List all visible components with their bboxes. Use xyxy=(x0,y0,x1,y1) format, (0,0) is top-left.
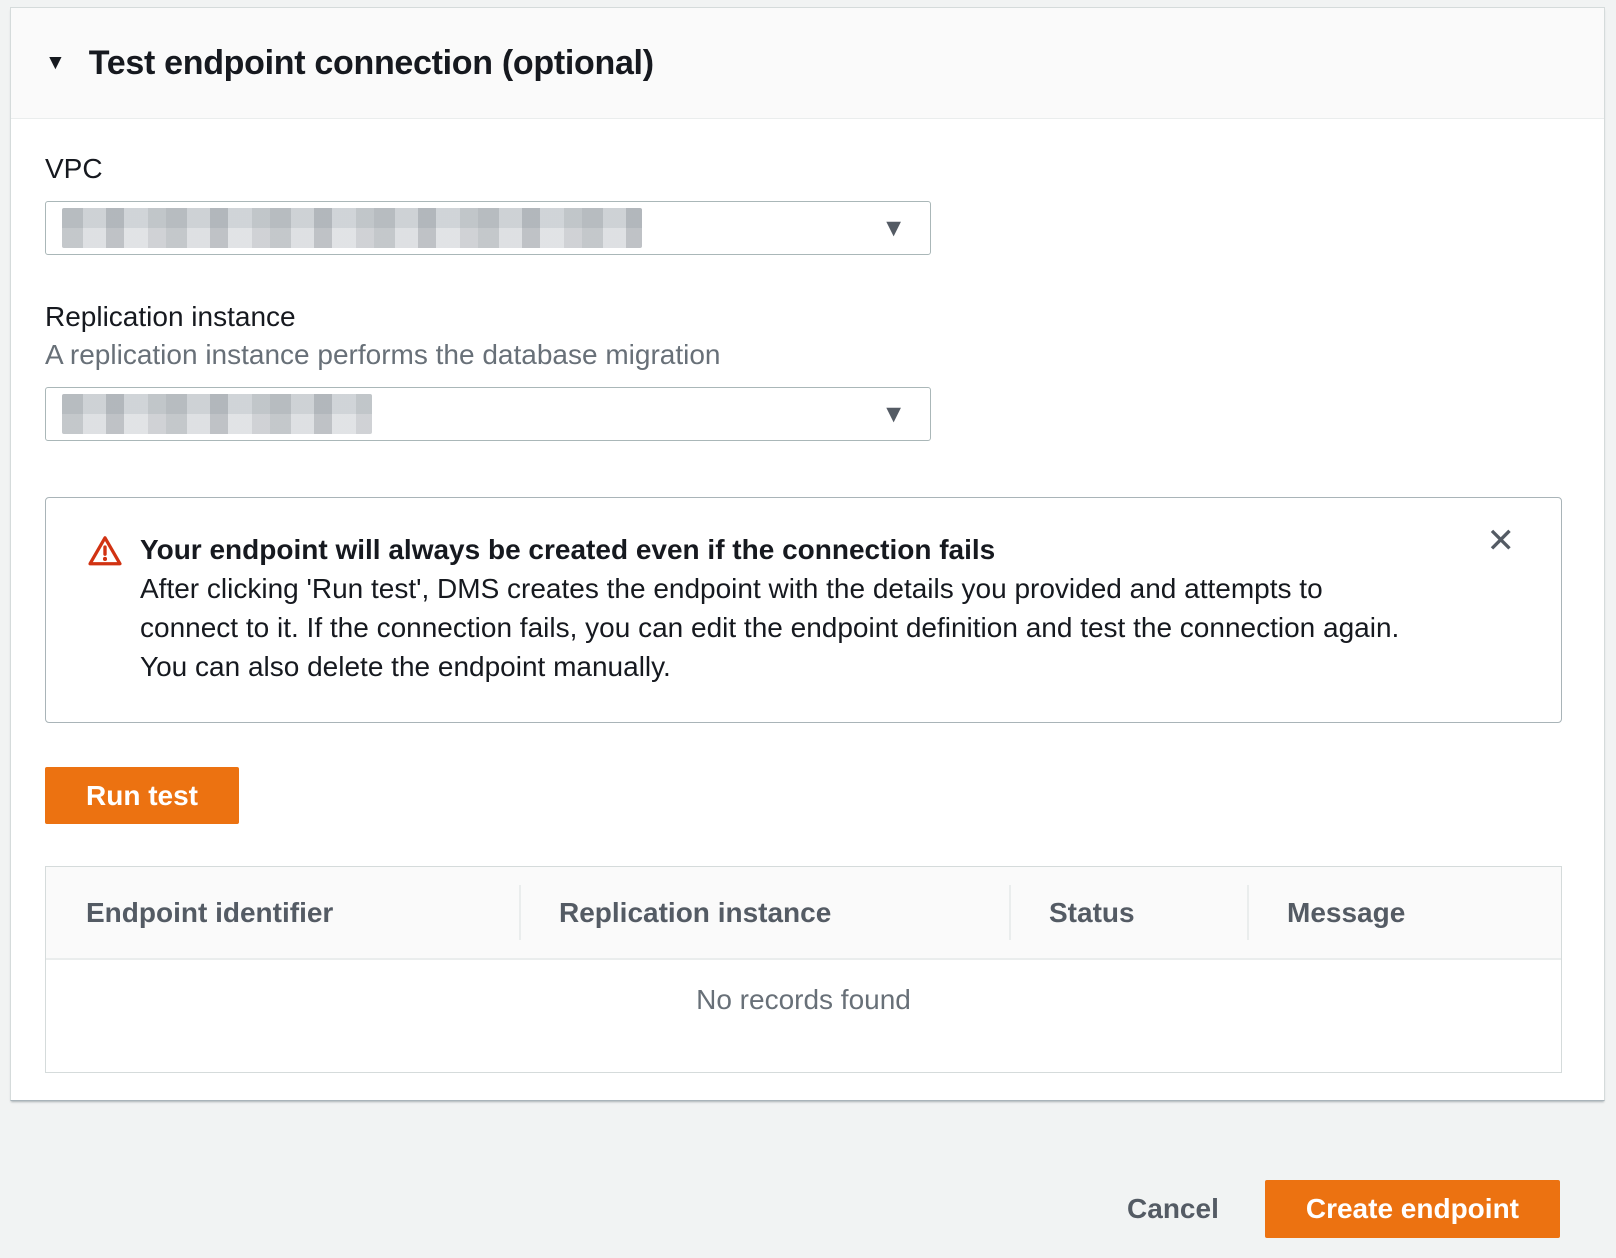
section-body: VPC ▼ Replication instance A replication… xyxy=(11,119,1604,1073)
test-results-table: Endpoint identifier Replication instance… xyxy=(45,866,1562,1073)
column-header-replication-instance: Replication instance xyxy=(519,867,1009,958)
replication-instance-description: A replication instance performs the data… xyxy=(45,339,1562,371)
footer-actions: Cancel Create endpoint xyxy=(0,1180,1616,1238)
replication-instance-field: Replication instance A replication insta… xyxy=(45,301,1562,441)
replication-instance-selected-value-redacted xyxy=(62,394,372,434)
run-test-button[interactable]: Run test xyxy=(45,767,239,824)
warning-title: Your endpoint will always be created eve… xyxy=(140,530,1411,569)
cancel-button[interactable]: Cancel xyxy=(1127,1193,1219,1225)
section-title: Test endpoint connection (optional) xyxy=(89,44,654,83)
replication-instance-label: Replication instance xyxy=(45,301,1562,333)
warning-alert: Your endpoint will always be created eve… xyxy=(45,497,1562,723)
vpc-label: VPC xyxy=(45,153,1562,185)
chevron-down-icon: ▼ xyxy=(881,216,906,241)
vpc-selected-value-redacted xyxy=(62,208,642,248)
table-header-row: Endpoint identifier Replication instance… xyxy=(46,867,1561,960)
warning-text: Your endpoint will always be created eve… xyxy=(140,530,1411,686)
section-header-test-endpoint-connection[interactable]: ▼ Test endpoint connection (optional) xyxy=(11,8,1604,119)
test-endpoint-connection-panel: ▼ Test endpoint connection (optional) VP… xyxy=(10,7,1605,1101)
column-header-status: Status xyxy=(1009,867,1247,958)
replication-instance-select[interactable]: ▼ xyxy=(45,387,931,441)
chevron-down-icon: ▼ xyxy=(881,402,906,427)
warning-icon xyxy=(88,535,122,686)
create-endpoint-button[interactable]: Create endpoint xyxy=(1265,1180,1560,1238)
collapse-caret-icon[interactable]: ▼ xyxy=(45,52,66,73)
close-icon[interactable]: ✕ xyxy=(1487,524,1516,558)
column-header-message: Message xyxy=(1247,867,1561,958)
warning-body: After clicking 'Run test', DMS creates t… xyxy=(140,569,1411,686)
column-header-endpoint-identifier: Endpoint identifier xyxy=(46,867,519,958)
vpc-select[interactable]: ▼ xyxy=(45,201,931,255)
table-empty-message: No records found xyxy=(46,960,1561,1072)
vpc-field: VPC ▼ xyxy=(45,153,1562,255)
